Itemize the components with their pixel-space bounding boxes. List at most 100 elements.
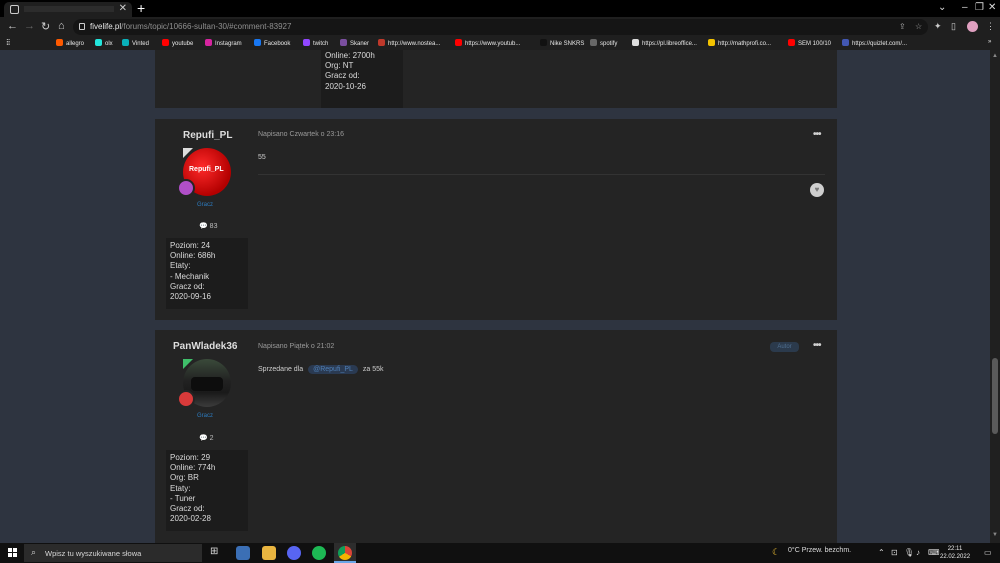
post-options-icon[interactable]: ••• — [813, 340, 821, 351]
stat-line: - Mechanik — [170, 271, 210, 281]
bookmark-item[interactable]: olx — [95, 39, 113, 47]
post-author-name[interactable]: Repufi_PL — [183, 130, 232, 141]
profile-avatar[interactable] — [967, 21, 978, 32]
bookmark-item[interactable]: Skaner — [340, 39, 369, 47]
bookmark-item[interactable]: Instagram — [205, 39, 242, 47]
weather-status[interactable]: 0°C Przew. bezchm. — [788, 547, 851, 554]
bookmark-item[interactable]: http://www.nostea... — [378, 39, 440, 47]
rank-badge-icon — [177, 390, 195, 408]
bookmark-item[interactable]: https://www.youtub... — [455, 39, 520, 47]
bookmark-favicon-icon — [842, 39, 849, 46]
windows-start-icon[interactable] — [8, 548, 17, 557]
spotify-icon[interactable] — [312, 546, 326, 560]
bookmark-item[interactable]: https://pl.libreoffice... — [632, 39, 697, 47]
bookmark-item[interactable]: youtube — [162, 39, 193, 47]
windows-taskbar: ⌕ Wpisz tu wyszukiwane słowa ⊞ ☾ 0°C Prz… — [0, 543, 1000, 563]
new-tab-button[interactable]: + — [137, 0, 145, 16]
post-count: 💬 83 — [199, 222, 217, 230]
bookmark-favicon-icon — [254, 39, 261, 46]
close-window-button[interactable]: ✕ — [988, 2, 996, 13]
tray-chevron-icon[interactable]: ⌃ — [878, 548, 885, 557]
post-count: 💬 2 — [199, 434, 214, 442]
share-icon[interactable]: ⇪ — [899, 22, 906, 31]
forum-post: Online: 2700h Org: NT Gracz od: 2020-10-… — [155, 50, 837, 108]
chrome-taskbar-button[interactable] — [334, 543, 356, 563]
user-group[interactable]: Gracz — [197, 413, 213, 419]
post-author-name[interactable]: PanWladek36 — [173, 341, 237, 352]
taskbar-search[interactable]: ⌕ Wpisz tu wyszukiwane słowa — [24, 544, 202, 562]
bookmark-label: SEM 100/10 — [798, 41, 832, 47]
bookmark-label: https://www.youtub... — [465, 41, 521, 47]
notifications-icon[interactable]: ▭ — [984, 548, 992, 557]
bookmark-label: https://quizlet.com/... — [852, 41, 908, 47]
address-bar[interactable]: fivelife.pl/forums/topic/10666-sultan-30… — [73, 19, 928, 35]
language-icon[interactable]: ⌨ — [928, 548, 940, 557]
page-scrollbar[interactable]: ▲ ▼ — [990, 50, 1000, 543]
post-date[interactable]: Napisano Piątek o 21:02 — [258, 343, 334, 350]
bookmark-label: Instagram — [215, 41, 242, 47]
tab-favicon-icon — [10, 5, 19, 14]
apps-icon[interactable]: ⣿ — [6, 39, 10, 46]
url-text[interactable]: fivelife.pl/forums/topic/10666-sultan-30… — [90, 22, 291, 31]
comment-icon: 💬 — [199, 223, 208, 230]
scroll-down-icon[interactable]: ▼ — [992, 532, 998, 538]
bookmark-favicon-icon — [590, 39, 597, 46]
user-stats-box: Poziom: 24 Online: 686h Etaty: - Mechani… — [166, 238, 248, 309]
avatar-car-shape — [191, 377, 223, 391]
side-panel-icon[interactable]: ▯ — [951, 21, 956, 32]
microphone-icon[interactable]: 🎙 — [904, 548, 914, 557]
bookmark-item[interactable]: allegro — [56, 39, 84, 47]
bookmark-item[interactable]: spotify — [590, 39, 617, 47]
user-group[interactable]: Gracz — [197, 202, 213, 208]
tab-close-icon[interactable]: ✕ — [119, 3, 127, 14]
search-placeholder[interactable]: Wpisz tu wyszukiwane słowa — [45, 549, 141, 558]
bookmark-label: youtube — [172, 41, 194, 47]
scrollbar-thumb[interactable] — [992, 358, 998, 434]
browser-tab[interactable]: ✕ — [4, 2, 132, 17]
like-heart-icon[interactable]: ♥ — [810, 183, 824, 197]
bookmark-item[interactable]: twitch — [303, 39, 328, 47]
bookmark-star-icon[interactable]: ☆ — [915, 22, 922, 31]
bookmark-item[interactable]: Vinted — [122, 39, 149, 47]
rank-badge-icon — [177, 179, 195, 197]
scroll-up-icon[interactable]: ▲ — [992, 53, 998, 59]
task-view-icon[interactable]: ⊞ — [210, 546, 224, 560]
back-icon[interactable]: ← — [7, 20, 18, 32]
bookmark-item[interactable]: Facebook — [254, 39, 290, 47]
bookmark-favicon-icon — [340, 39, 347, 46]
stat-line: Online: 774h — [170, 463, 216, 473]
discord-icon[interactable] — [287, 546, 301, 560]
stat-line: Poziom: 24 — [170, 241, 211, 250]
home-icon[interactable]: ⌂ — [58, 20, 65, 32]
user-mention-link[interactable]: @Repufi_PL — [308, 365, 358, 374]
extensions-icon[interactable]: ✦ — [934, 21, 942, 32]
bookmark-favicon-icon — [95, 39, 102, 46]
search-icon: ⌕ — [31, 547, 37, 557]
bookmark-favicon-icon — [303, 39, 310, 46]
post-options-icon[interactable]: ••• — [813, 129, 821, 140]
volume-icon[interactable]: ♪ — [916, 548, 920, 557]
bookmark-item[interactable]: SEM 100/10 — [788, 39, 831, 47]
bookmark-item[interactable]: https://quizlet.com/... — [842, 39, 907, 47]
bookmark-item[interactable]: http://mathprofi.co... — [708, 39, 771, 47]
bookmarks-overflow-icon[interactable]: » — [988, 39, 991, 45]
post-date[interactable]: Napisano Czwartek o 23:16 — [258, 131, 344, 138]
photos-app-icon[interactable] — [236, 546, 250, 560]
bookmark-label: olx — [105, 41, 113, 47]
maximize-button[interactable]: ❐ — [975, 2, 984, 13]
system-clock[interactable]: 22:11 22.02.2022 — [940, 545, 970, 561]
minimize-button[interactable]: – — [962, 2, 968, 13]
bookmark-item[interactable]: Nike SNKRS — [540, 39, 584, 47]
bookmark-label: https://pl.libreoffice... — [642, 41, 697, 47]
file-explorer-icon[interactable] — [262, 546, 276, 560]
tab-strip: ✕ + ⌄ – ❐ ✕ — [0, 0, 1000, 17]
clock-date: 22.02.2022 — [940, 554, 971, 560]
network-icon[interactable]: ⊡ — [891, 548, 898, 557]
reload-icon[interactable]: ↻ — [41, 20, 50, 33]
bookmark-label: Vinted — [132, 41, 149, 47]
stat-line: Online: 2700h — [325, 51, 375, 60]
menu-icon[interactable]: ⋮ — [986, 21, 995, 32]
stat-line: Etaty: — [170, 483, 191, 493]
forward-icon[interactable]: → — [24, 20, 35, 32]
tab-search-icon[interactable]: ⌄ — [938, 2, 946, 13]
